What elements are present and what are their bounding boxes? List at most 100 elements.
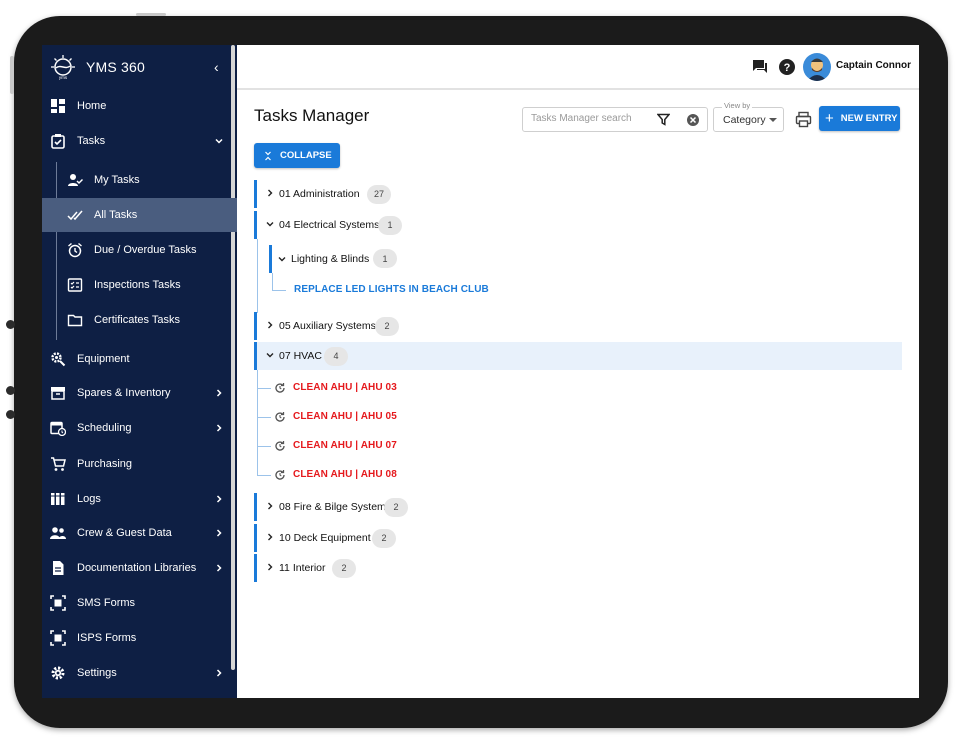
yms-logo-icon: yms bbox=[51, 55, 75, 80]
chat-icon[interactable] bbox=[751, 58, 769, 76]
chevron-right-icon bbox=[216, 564, 222, 572]
sidebar-item-settings[interactable]: Settings bbox=[42, 656, 237, 690]
chevron-right-icon bbox=[216, 669, 222, 677]
sidebar-item-certificates[interactable]: Certificates Tasks bbox=[42, 303, 237, 337]
sidebar-item-spares-inventory[interactable]: Spares & Inventory bbox=[42, 376, 237, 410]
alarm-clock-icon bbox=[68, 242, 82, 258]
count-badge: 4 bbox=[324, 346, 348, 366]
sidebar-item-inspections[interactable]: Inspections Tasks bbox=[42, 268, 237, 302]
tree-category-row[interactable]: 11 Interior 2 bbox=[254, 554, 902, 582]
task-link[interactable]: REPLACE LED LIGHTS IN BEACH CLUB bbox=[294, 284, 489, 295]
tree-category-row[interactable]: 10 Deck Equipment 2 bbox=[254, 524, 902, 552]
sidebar-item-tasks[interactable]: Tasks bbox=[42, 124, 237, 158]
category-label: 05 Auxiliary Systems bbox=[279, 320, 376, 332]
sidebar-item-my-tasks[interactable]: My Tasks bbox=[42, 163, 237, 197]
count-badge: 1 bbox=[378, 215, 402, 235]
gear-search-icon bbox=[51, 352, 66, 367]
tree-rail bbox=[272, 273, 273, 291]
chevron-right-icon[interactable] bbox=[265, 501, 275, 511]
dashboard-icon bbox=[51, 99, 65, 113]
clear-search-icon[interactable] bbox=[686, 113, 700, 127]
category-label: 01 Administration bbox=[279, 188, 360, 200]
books-icon bbox=[51, 493, 65, 505]
cart-icon bbox=[51, 457, 66, 471]
user-check-icon bbox=[68, 174, 83, 186]
sidebar-item-label: Equipment bbox=[77, 353, 130, 365]
chevron-right-icon bbox=[216, 389, 222, 397]
count-badge: 2 bbox=[384, 497, 408, 517]
sidebar-item-label: SMS Forms bbox=[77, 597, 136, 609]
topbar: ? Captain Connor bbox=[237, 45, 919, 90]
sidebar-item-home[interactable]: Home bbox=[42, 89, 237, 123]
sidebar-item-logs[interactable]: Logs bbox=[42, 482, 237, 516]
search-input[interactable] bbox=[531, 113, 651, 124]
count-badge: 1 bbox=[373, 249, 397, 268]
new-entry-label: NEW ENTRY bbox=[840, 113, 898, 124]
folder-icon bbox=[67, 314, 83, 327]
chevron-down-icon[interactable] bbox=[265, 219, 275, 229]
collapse-button[interactable]: COLLAPSE bbox=[254, 143, 340, 168]
print-icon[interactable] bbox=[795, 111, 812, 128]
sidebar-item-label: ISPS Forms bbox=[77, 632, 137, 644]
tree-category-row[interactable]: 04 Electrical Systems 1 bbox=[254, 211, 902, 239]
sidebar-item-sms-forms[interactable]: SMS Forms bbox=[42, 586, 237, 620]
recurring-task-icon bbox=[275, 441, 285, 451]
search-box bbox=[522, 107, 708, 132]
tree-connector bbox=[272, 290, 286, 291]
chevron-right-icon[interactable] bbox=[265, 188, 275, 198]
tree-subgroup-row[interactable]: Lighting & Blinds 1 bbox=[269, 245, 397, 273]
tree-rail bbox=[257, 370, 258, 476]
calendar-clock-icon bbox=[50, 421, 66, 436]
sidebar-item-purchasing[interactable]: Purchasing bbox=[42, 447, 237, 481]
overdue-task-link[interactable]: CLEAN AHU | AHU 05 bbox=[293, 411, 397, 422]
tree-category-row[interactable]: 05 Auxiliary Systems 2 bbox=[254, 312, 902, 340]
avatar[interactable] bbox=[803, 53, 831, 81]
sidebar-item-label: Crew & Guest Data bbox=[77, 527, 172, 539]
filter-icon[interactable] bbox=[657, 113, 670, 126]
sidebar-item-equipment[interactable]: Equipment bbox=[42, 342, 237, 376]
chevron-right-icon[interactable] bbox=[265, 562, 275, 572]
sidebar-item-documentation[interactable]: Documentation Libraries bbox=[42, 551, 237, 585]
collapse-all-icon bbox=[265, 151, 271, 160]
new-entry-button[interactable]: + NEW ENTRY bbox=[819, 106, 900, 131]
document-icon bbox=[53, 561, 64, 575]
user-name[interactable]: Captain Connor bbox=[836, 60, 911, 71]
sidebar-item-label: Logs bbox=[77, 493, 101, 505]
category-label: 04 Electrical Systems bbox=[279, 219, 380, 231]
tree-category-row[interactable]: 01 Administration 27 bbox=[254, 180, 902, 208]
clipboard-check-icon bbox=[51, 134, 65, 149]
main-content: ? Captain Connor Tasks Manager View by C… bbox=[237, 45, 919, 698]
tree-connector bbox=[257, 475, 271, 476]
svg-text:?: ? bbox=[784, 62, 791, 74]
tree-category-row[interactable]: 08 Fire & Bilge System 2 bbox=[254, 493, 902, 521]
tree-category-row[interactable]: 07 HVAC 4 bbox=[254, 342, 902, 370]
overdue-task-link[interactable]: CLEAN AHU | AHU 08 bbox=[293, 469, 397, 480]
category-label: 11 Interior bbox=[279, 562, 326, 574]
subgroup-label: Lighting & Blinds bbox=[291, 253, 370, 265]
chevron-right-icon[interactable] bbox=[265, 320, 275, 330]
sidebar-item-label: Tasks bbox=[77, 135, 106, 147]
overdue-task-link[interactable]: CLEAN AHU | AHU 07 bbox=[293, 440, 397, 451]
camera-dot bbox=[6, 320, 15, 329]
app-title: YMS 360 bbox=[86, 59, 145, 75]
tree-connector bbox=[257, 388, 271, 389]
caret-down-icon bbox=[769, 118, 777, 122]
chevron-down-icon[interactable] bbox=[265, 350, 275, 360]
sidebar-item-label: Certificates Tasks bbox=[94, 314, 180, 326]
chevron-down-icon[interactable] bbox=[277, 254, 287, 264]
help-icon[interactable]: ? bbox=[778, 58, 796, 76]
sidebar-collapse-icon[interactable]: ‹ bbox=[214, 59, 219, 75]
sidebar-item-scheduling[interactable]: Scheduling bbox=[42, 411, 237, 445]
sidebar-item-label: All Tasks bbox=[94, 209, 138, 221]
sidebar-item-crew-guest[interactable]: Crew & Guest Data bbox=[42, 516, 237, 550]
chevron-right-icon[interactable] bbox=[265, 532, 275, 542]
recurring-task-icon bbox=[275, 412, 285, 422]
count-badge: 2 bbox=[332, 558, 356, 578]
sidebar-item-due-overdue[interactable]: Due / Overdue Tasks bbox=[42, 233, 237, 267]
view-by-select[interactable]: View by Category bbox=[713, 101, 784, 132]
overdue-task-link[interactable]: CLEAN AHU | AHU 03 bbox=[293, 382, 397, 393]
sidebar-item-isps-forms[interactable]: ISPS Forms bbox=[42, 621, 237, 655]
sidebar-item-all-tasks[interactable]: All Tasks bbox=[42, 198, 237, 232]
sidebar: yms YMS 360 ‹ Home Tasks My Tasks All Ta… bbox=[42, 45, 237, 698]
checklist-icon bbox=[67, 278, 83, 292]
